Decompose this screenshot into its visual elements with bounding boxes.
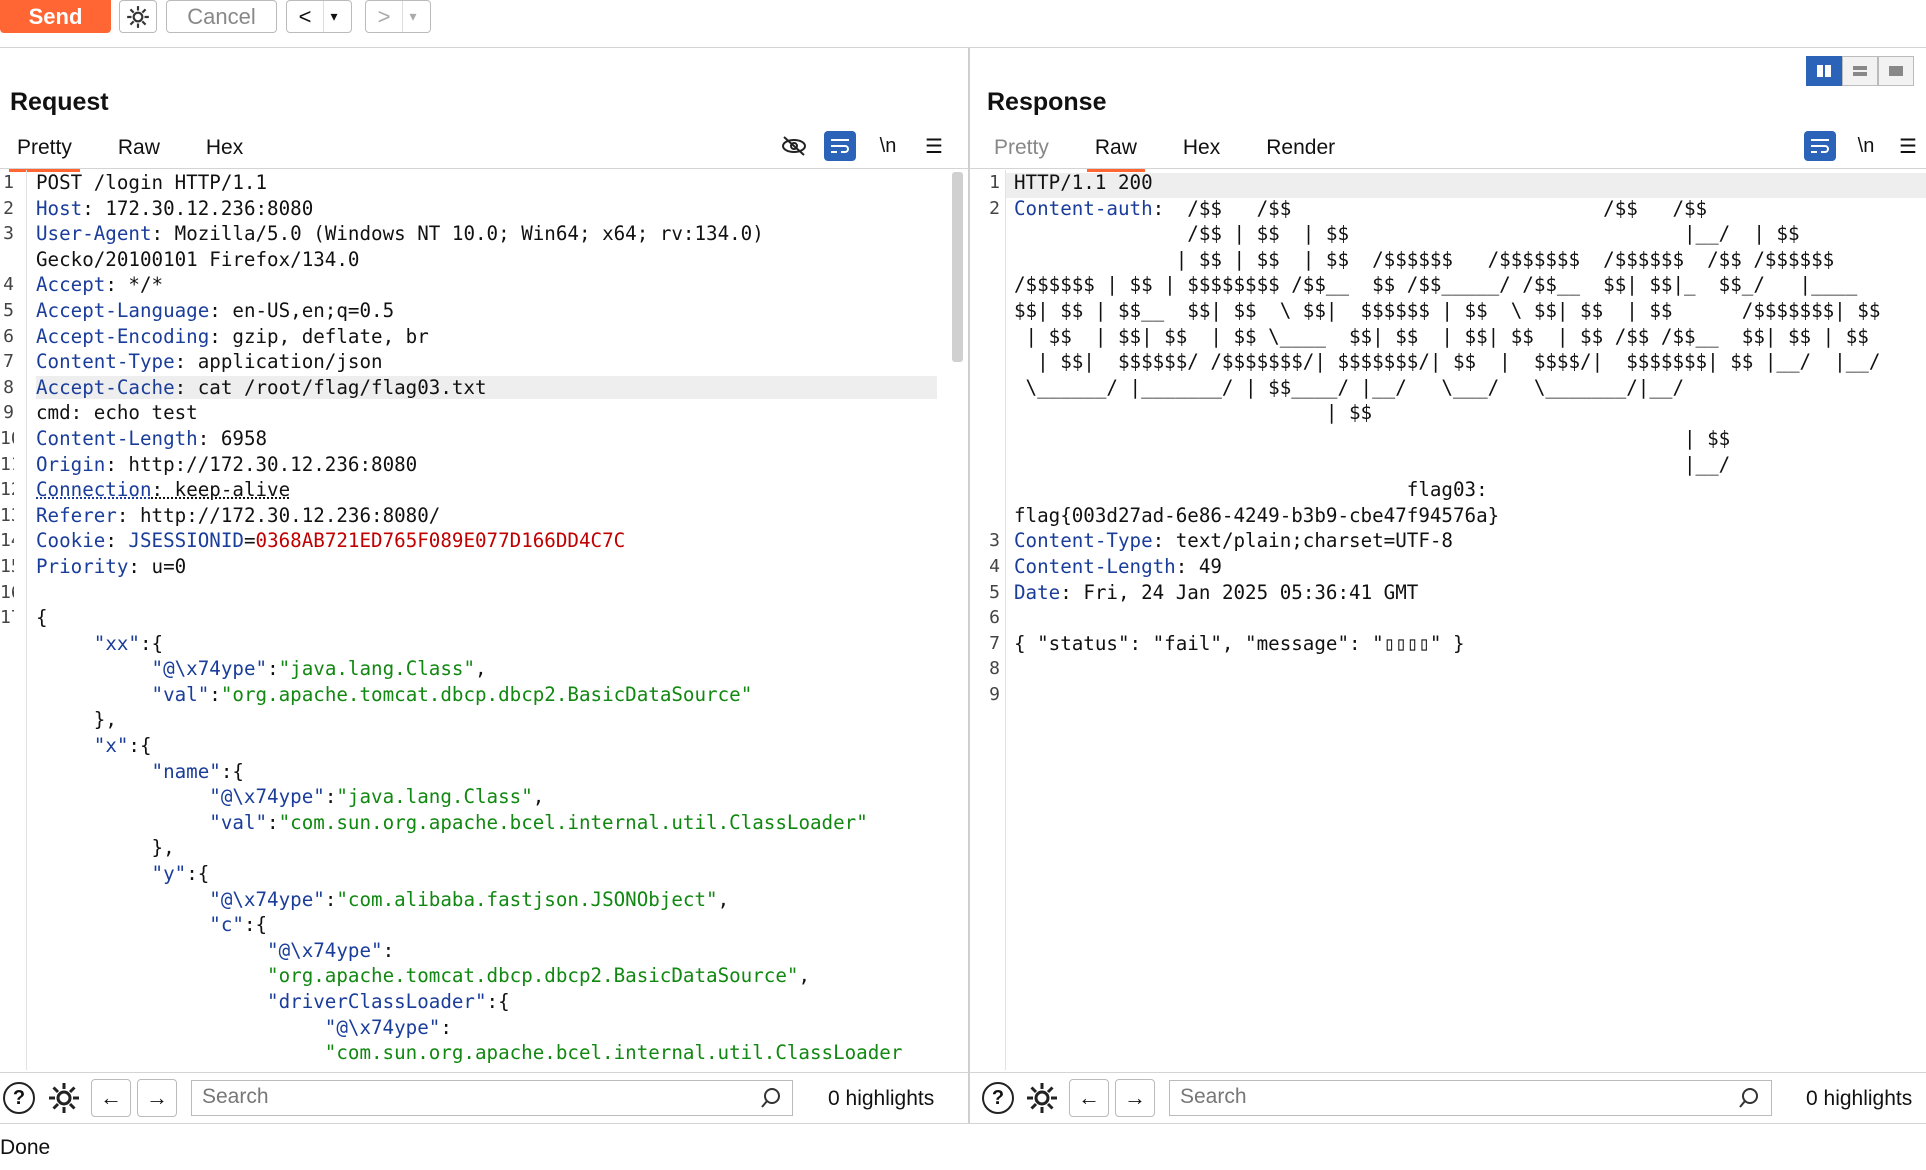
eye-slash-icon[interactable] <box>778 131 810 161</box>
request-tab-divider <box>0 168 968 169</box>
response-search-settings-icon[interactable] <box>1024 1080 1060 1121</box>
request-search-input[interactable]: Search <box>191 1080 793 1116</box>
layout-split-icon[interactable] <box>1806 56 1842 86</box>
response-search-icon <box>1738 1087 1760 1114</box>
tab-response-hex[interactable]: Hex <box>1183 132 1220 168</box>
response-title: Response <box>987 88 1107 116</box>
forward-dropdown[interactable]: ▾ <box>402 1 423 32</box>
tab-response-raw[interactable]: Raw <box>1086 132 1145 172</box>
arrow-left-icon[interactable]: ← <box>91 1079 131 1117</box>
forward-button[interactable]: > <box>366 1 402 32</box>
request-line-numbers: 1 2 3 4 5 6 7 8 9 10 11 12 13 14 15 16 1… <box>0 172 14 629</box>
layout-toggle <box>1806 56 1914 86</box>
back-nav[interactable]: < ▾ <box>286 0 352 33</box>
response-line-numbers: 1 2 3 4 5 6 7 8 9 <box>989 172 1000 705</box>
response-newline-icon[interactable]: \n <box>1850 131 1882 161</box>
gear-icon <box>127 5 149 28</box>
response-search-bar: ? ← → Search 0 highlights <box>970 1072 1926 1123</box>
main-toolbar: Send Cancel < ▾ > ▾ <box>0 0 1926 48</box>
wrap-icon[interactable] <box>824 131 856 161</box>
response-help-icon[interactable]: ? <box>982 1082 1014 1114</box>
request-title: Request <box>10 88 109 116</box>
response-arrow-left-icon[interactable]: ← <box>1069 1079 1109 1117</box>
tab-request-pretty[interactable]: Pretty <box>9 132 80 172</box>
cancel-button[interactable]: Cancel <box>166 0 277 33</box>
layout-single-icon[interactable] <box>1878 56 1914 86</box>
tab-response-render[interactable]: Render <box>1266 132 1335 168</box>
forward-nav[interactable]: > ▾ <box>365 0 431 33</box>
request-highlights-count: 0 highlights <box>828 1087 935 1110</box>
status-text: Done <box>0 1136 51 1159</box>
tab-response-pretty[interactable]: Pretty <box>994 132 1049 168</box>
response-search-input[interactable]: Search <box>1169 1080 1772 1116</box>
tab-request-hex[interactable]: Hex <box>206 132 243 168</box>
help-icon[interactable]: ? <box>3 1082 35 1114</box>
search-icon <box>760 1087 782 1114</box>
request-scrollbar[interactable] <box>952 172 963 362</box>
response-tabs: Pretty Raw Hex Render <box>994 132 1335 172</box>
arrow-right-icon[interactable]: → <box>137 1079 177 1117</box>
response-editor[interactable]: HTTP/1.1 200 Content-auth: /$$ /$$ /$$ /… <box>1014 170 1924 1070</box>
back-button[interactable]: < <box>287 1 323 32</box>
request-tabs: Pretty Raw Hex <box>9 132 243 172</box>
back-dropdown[interactable]: ▾ <box>323 1 344 32</box>
layout-stack-icon[interactable] <box>1842 56 1878 86</box>
send-button[interactable]: Send <box>0 0 111 33</box>
request-editor[interactable]: POST /login HTTP/1.1 Host: 172.30.12.236… <box>36 170 948 1070</box>
settings-button[interactable] <box>119 0 157 33</box>
response-highlights-count: 0 highlights <box>1806 1087 1913 1110</box>
response-arrow-right-icon[interactable]: → <box>1115 1079 1155 1117</box>
response-tab-divider <box>970 168 1926 169</box>
request-search-bar: ? ← → Search 0 highlights <box>0 1072 968 1123</box>
status-bar: Done <box>0 1123 1926 1170</box>
tab-request-raw[interactable]: Raw <box>118 132 160 168</box>
menu-icon[interactable]: ☰ <box>918 131 950 161</box>
search-settings-icon[interactable] <box>46 1080 82 1121</box>
response-wrap-icon[interactable] <box>1804 131 1836 161</box>
newline-icon[interactable]: \n <box>872 131 904 161</box>
panel-divider[interactable] <box>968 48 970 1123</box>
response-menu-icon[interactable]: ☰ <box>1894 131 1922 161</box>
